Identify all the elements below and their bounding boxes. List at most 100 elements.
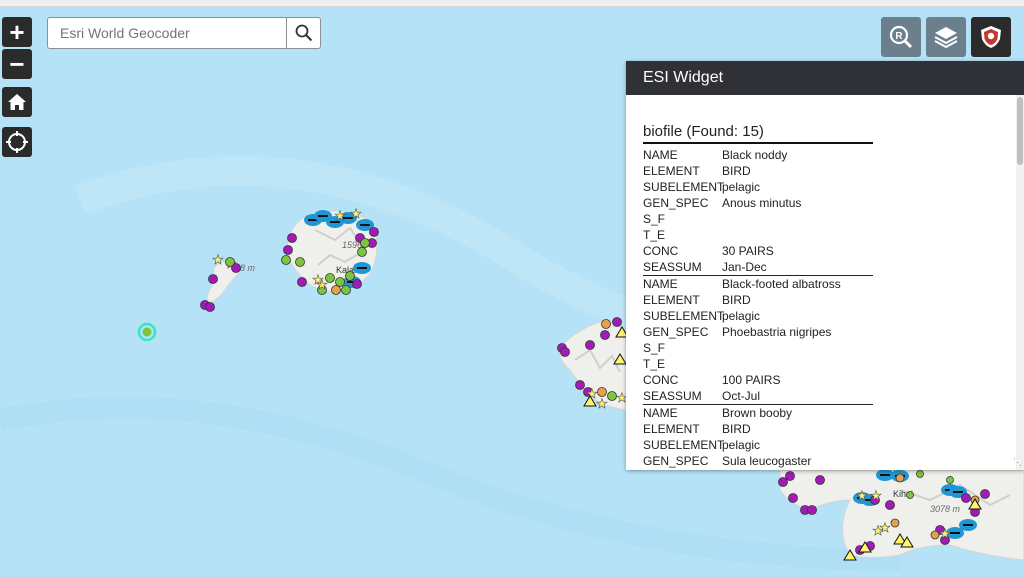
search-icon xyxy=(295,24,312,42)
esi-point-marker[interactable] xyxy=(890,518,900,528)
record-row: SEASSUM Jan-Dec xyxy=(643,259,873,275)
esi-point-marker[interactable] xyxy=(585,340,595,350)
record-row: SEASSUM Oct-Jul xyxy=(643,388,873,404)
svg-text:R: R xyxy=(895,31,903,42)
field-value: Anous minutus xyxy=(722,196,802,210)
field-value: pelagic xyxy=(722,180,761,194)
esi-point-marker[interactable] xyxy=(815,475,825,485)
esi-point-marker[interactable] xyxy=(807,505,817,515)
browser-top-strip xyxy=(0,0,1024,7)
layers-button[interactable] xyxy=(926,17,966,57)
field-name: CONC xyxy=(643,244,679,258)
record-row: SUBELEMENT pelagic xyxy=(643,437,873,453)
record-row: ELEMENT BIRD xyxy=(643,292,873,308)
field-name: T_E xyxy=(643,357,666,371)
elevation-label: 3078 m xyxy=(930,504,961,514)
identify-tool-button[interactable]: R xyxy=(881,17,921,57)
esi-point-marker[interactable] xyxy=(885,500,895,510)
crosshair-icon xyxy=(6,131,28,153)
esi-point-marker[interactable] xyxy=(205,302,215,312)
field-name: SEASSUM xyxy=(643,389,702,403)
field-value: pelagic xyxy=(722,309,761,323)
field-name: NAME xyxy=(643,406,678,420)
field-name: T_E xyxy=(643,228,666,242)
esi-point-marker[interactable] xyxy=(961,493,971,503)
star-marker-icon[interactable]: ★ xyxy=(939,526,951,542)
esi-point-marker[interactable] xyxy=(560,347,570,357)
esi-point-marker[interactable] xyxy=(345,271,355,281)
star-marker-icon[interactable]: ★ xyxy=(350,206,362,222)
esi-point-marker[interactable] xyxy=(335,277,345,287)
biofile-record: NAME Black-footed albatross ELEMENT BIRD SUB… xyxy=(643,276,873,405)
field-name: CONC xyxy=(643,373,679,387)
esi-point-marker[interactable] xyxy=(930,530,940,540)
esi-point-marker[interactable] xyxy=(895,473,905,483)
results-title: biofile (Found: 15) xyxy=(643,123,873,144)
star-marker-icon[interactable]: ★ xyxy=(596,396,608,412)
esi-point-marker[interactable] xyxy=(600,330,610,340)
esi-point-marker[interactable] xyxy=(357,247,367,257)
resize-grip-icon[interactable]: ⋱ xyxy=(1013,457,1022,468)
record-row: NAME Black noddy xyxy=(643,147,873,163)
panel-header[interactable]: ESI Widget xyxy=(626,61,1024,95)
field-name: SUBELEMENT xyxy=(643,180,725,194)
record-row: S_F xyxy=(643,211,873,227)
esi-point-marker[interactable] xyxy=(360,238,370,248)
home-icon xyxy=(8,94,26,110)
esi-point-marker[interactable] xyxy=(283,245,293,255)
esi-point-marker[interactable] xyxy=(369,227,379,237)
esi-point-marker[interactable] xyxy=(788,493,798,503)
shield-logo-icon xyxy=(981,26,1001,48)
search-button[interactable] xyxy=(287,17,321,49)
esi-point-marker[interactable] xyxy=(601,319,611,329)
esi-point-marker[interactable] xyxy=(612,317,622,327)
star-marker-icon[interactable]: ★ xyxy=(879,520,891,536)
zoom-out-button[interactable]: − xyxy=(2,49,32,79)
field-value: 100 PAIRS xyxy=(722,373,781,387)
search-input[interactable] xyxy=(47,17,287,49)
field-name: GEN_SPEC xyxy=(643,196,709,210)
records-list: NAME Black noddy ELEMENT BIRD SUBELEMENT pela… xyxy=(643,147,873,469)
home-button[interactable] xyxy=(2,87,32,117)
identify-search-icon: R xyxy=(889,25,913,49)
esi-point-marker[interactable] xyxy=(225,257,235,267)
star-marker-icon[interactable]: ★ xyxy=(334,208,346,224)
esi-point-marker[interactable] xyxy=(575,380,585,390)
esi-point-marker[interactable] xyxy=(295,257,305,267)
record-row: GEN_SPEC Sula leucogaster xyxy=(643,453,873,469)
esi-point-marker[interactable] xyxy=(208,274,218,284)
esi-point-marker[interactable] xyxy=(607,391,617,401)
record-row: T_E xyxy=(643,227,873,243)
esi-point-marker[interactable] xyxy=(287,233,297,243)
star-marker-icon[interactable]: ★ xyxy=(212,252,224,268)
field-name: ELEMENT xyxy=(643,293,700,307)
esi-point-marker[interactable] xyxy=(785,471,795,481)
scrollbar-thumb[interactable] xyxy=(1017,97,1023,165)
esi-point-marker[interactable] xyxy=(281,255,291,265)
zoom-in-button[interactable]: + xyxy=(2,17,32,47)
esi-widget-panel: ESI Widget biofile (Found: 15) NAME Black… xyxy=(626,61,1024,470)
esi-point-marker[interactable] xyxy=(352,279,362,289)
panel-scrollbar[interactable] xyxy=(1016,95,1024,470)
esi-point-marker[interactable] xyxy=(331,285,341,295)
esi-widget-button[interactable] xyxy=(971,17,1011,57)
field-value xyxy=(722,227,873,243)
biofile-record: NAME Black noddy ELEMENT BIRD SUBELEMENT pela… xyxy=(643,147,873,276)
esi-point-marker[interactable] xyxy=(297,277,307,287)
esi-point-marker[interactable] xyxy=(980,489,990,499)
locate-button[interactable] xyxy=(2,127,32,157)
field-name: SUBELEMENT xyxy=(643,309,725,323)
field-value: BIRD xyxy=(722,293,751,307)
field-value: Jan-Dec xyxy=(722,260,767,274)
esi-point-marker[interactable] xyxy=(906,491,914,499)
star-marker-icon[interactable]: ★ xyxy=(856,488,868,504)
field-name: NAME xyxy=(643,148,678,162)
star-marker-icon[interactable]: ★ xyxy=(312,272,324,288)
record-row: CONC 30 PAIRS xyxy=(643,243,873,259)
field-value: BIRD xyxy=(722,422,751,436)
esi-point-marker[interactable] xyxy=(341,285,351,295)
esi-point-marker[interactable] xyxy=(916,470,924,478)
star-marker-icon[interactable]: ★ xyxy=(870,488,882,504)
esi-point-marker[interactable] xyxy=(946,476,954,484)
field-value: pelagic xyxy=(722,438,761,452)
